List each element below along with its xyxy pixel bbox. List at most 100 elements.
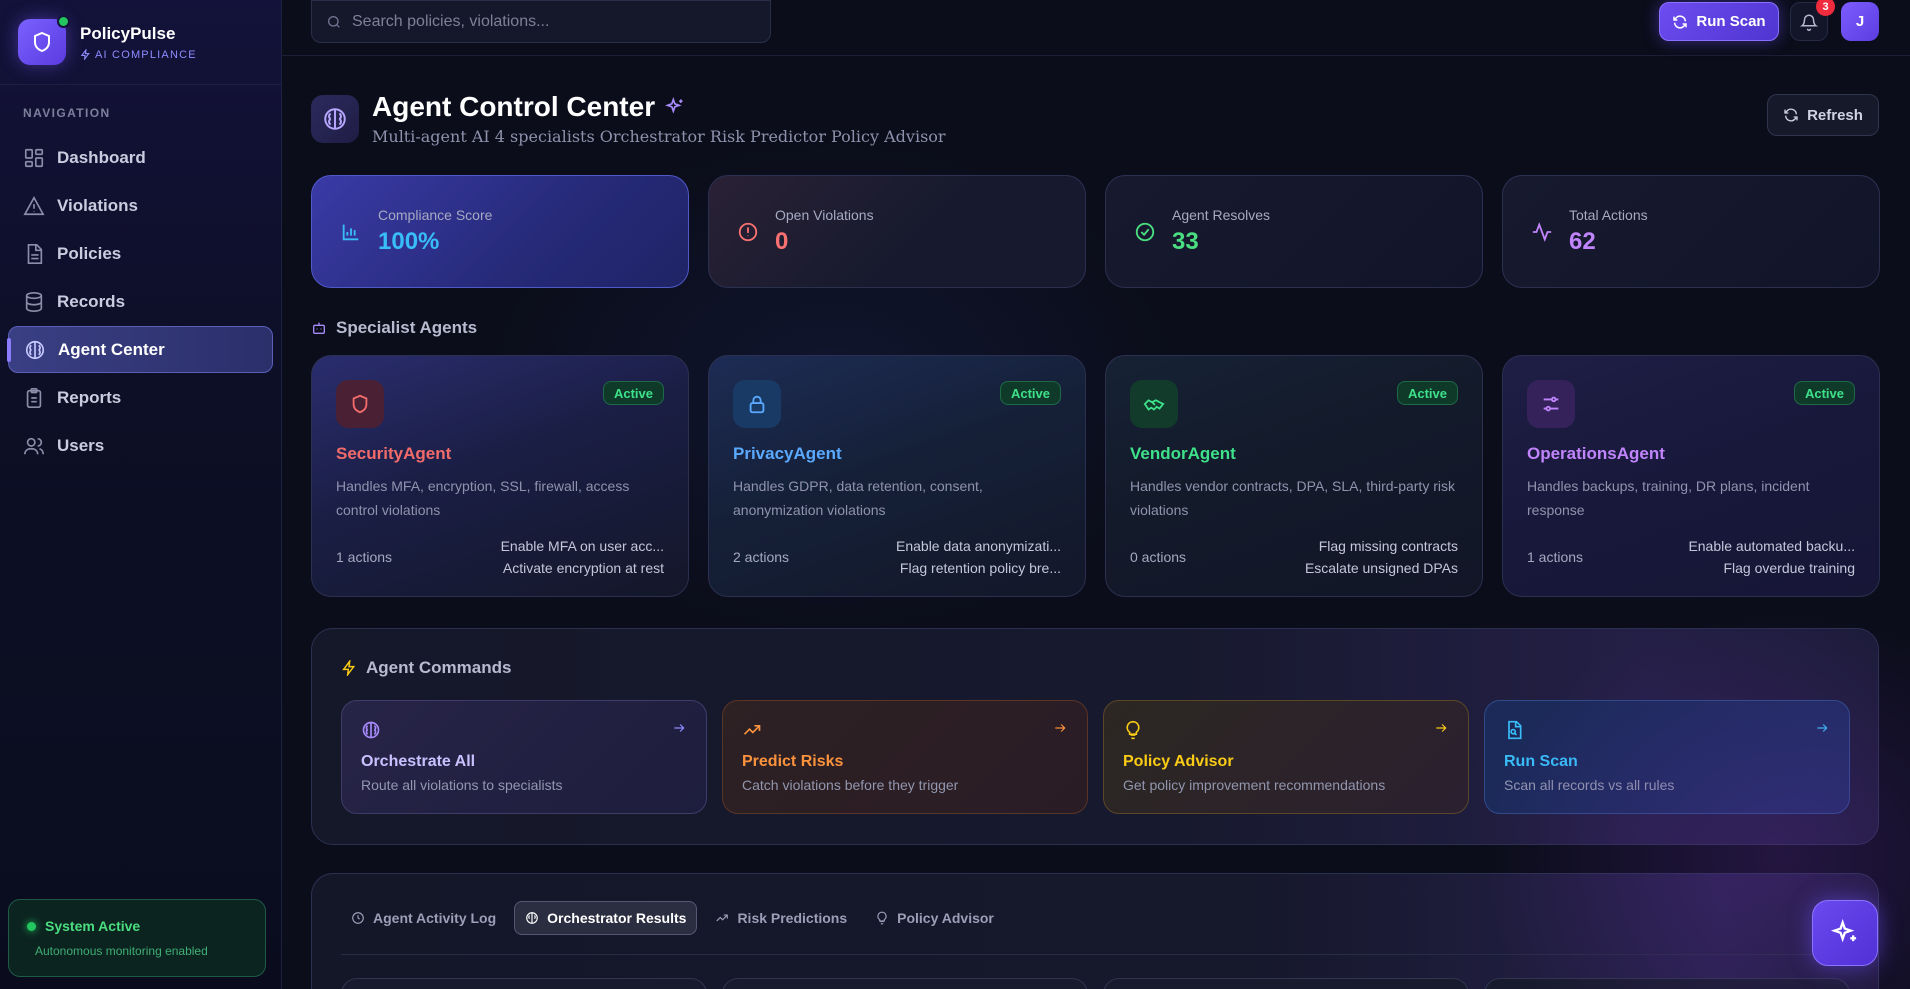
agent-action: Flag missing contracts xyxy=(1318,538,1458,554)
stat-value: 33 xyxy=(1172,228,1199,255)
agent-actions-list: Enable data anonymizati... Flag retentio… xyxy=(896,535,1061,579)
command-policy-advisor[interactable]: Policy Advisor Get policy improvement re… xyxy=(1103,700,1469,814)
sidebar-item-label: Users xyxy=(57,435,105,455)
run-scan-button[interactable]: Run Scan xyxy=(1659,2,1779,41)
command-title: Policy Advisor xyxy=(1123,753,1234,770)
agent-actions-count: 0 actions xyxy=(1130,549,1187,565)
refresh-button[interactable]: Refresh xyxy=(1767,94,1879,136)
agent-card-privacy[interactable]: Active PrivacyAgent Handles GDPR, data r… xyxy=(708,355,1086,597)
results-tabs: Agent Activity Log Orchestrator Results … xyxy=(341,901,1004,935)
result-card xyxy=(341,978,707,989)
agent-action: Enable data anonymizati... xyxy=(896,538,1061,554)
status-dot-icon xyxy=(27,921,36,931)
tab-policy-advisor[interactable]: Policy Advisor xyxy=(865,901,1004,935)
tab-risk-predictions[interactable]: Risk Predictions xyxy=(705,901,857,935)
sidebar-item-users[interactable]: Users xyxy=(8,422,273,469)
notification-badge: 3 xyxy=(1816,0,1835,16)
search-box[interactable] xyxy=(311,0,771,43)
system-status-subtitle: Autonomous monitoring enabled xyxy=(35,944,208,958)
sidebar-item-records[interactable]: Records xyxy=(8,278,273,325)
commands-grid: Orchestrate All Route all violations to … xyxy=(341,700,1850,814)
specialist-agents-heading: Specialist Agents xyxy=(311,318,477,338)
user-avatar[interactable]: J xyxy=(1841,2,1879,41)
sidebar-item-violations[interactable]: Violations xyxy=(8,182,273,229)
result-card xyxy=(1484,978,1850,989)
alert-circle-icon xyxy=(738,222,758,241)
command-description: Route all violations to specialists xyxy=(361,777,563,793)
arrow-right-icon xyxy=(1817,724,1828,732)
robot-icon xyxy=(313,322,325,334)
stat-card-open-violations: Open Violations 0 xyxy=(708,175,1086,288)
command-run-scan[interactable]: Run Scan Scan all records vs all rules xyxy=(1484,700,1850,814)
command-predict-risks[interactable]: Predict Risks Catch violations before th… xyxy=(722,700,1088,814)
brain-icon xyxy=(526,912,538,924)
activity-icon xyxy=(1532,221,1552,242)
stats-row: Compliance Score 100% Open Violations 0 … xyxy=(311,175,1880,288)
page-subtitle: Multi-agent AI 4 specialists Orchestrato… xyxy=(372,127,946,146)
arrow-right-icon xyxy=(674,724,685,732)
sidebar-item-label: Policies xyxy=(57,243,122,263)
section-title: Specialist Agents xyxy=(336,318,478,337)
lightbulb-icon xyxy=(1126,720,1140,740)
run-scan-label: Run Scan xyxy=(1696,13,1766,30)
shield-icon xyxy=(336,380,384,428)
brain-icon xyxy=(25,340,45,359)
agent-actions-count: 1 actions xyxy=(336,549,393,565)
stat-value: 0 xyxy=(775,228,789,255)
agent-actions-list: Enable automated backu... Flag overdue t… xyxy=(1688,535,1855,579)
file-search-icon xyxy=(1508,720,1522,740)
clock-icon xyxy=(352,912,364,924)
refresh-icon xyxy=(1784,108,1798,122)
notifications-button[interactable]: 3 xyxy=(1790,0,1835,41)
ai-assistant-button[interactable] xyxy=(1812,900,1878,966)
online-dot xyxy=(57,15,70,28)
agents-grid: Active SecurityAgent Handles MFA, encryp… xyxy=(311,355,1880,597)
agent-description: Handles GDPR, data retention, consent, a… xyxy=(733,478,983,518)
sidebar-item-dashboard[interactable]: Dashboard xyxy=(8,134,273,181)
agent-commands-panel: Agent Commands Orchestrate All Route all… xyxy=(311,628,1879,845)
sidebar-item-policies[interactable]: Policies xyxy=(8,230,273,277)
agent-action: Flag overdue training xyxy=(1723,560,1855,576)
stat-value: 62 xyxy=(1569,228,1596,255)
search-input[interactable] xyxy=(352,12,752,31)
page-title: Agent Control Center xyxy=(372,91,656,122)
document-icon xyxy=(27,243,43,264)
stat-card-compliance-score: Compliance Score 100% xyxy=(311,175,689,288)
agent-actions-count: 1 actions xyxy=(1527,549,1584,565)
command-orchestrate-all[interactable]: Orchestrate All Route all violations to … xyxy=(341,700,707,814)
agent-action: Escalate unsigned DPAs xyxy=(1304,560,1458,576)
sidebar-item-agent-center[interactable]: Agent Center xyxy=(7,326,273,373)
page-header: Agent Control Center Multi-agent AI 4 sp… xyxy=(311,91,946,146)
agent-action: Flag retention policy bre... xyxy=(899,560,1061,576)
sidebar-item-reports[interactable]: Reports xyxy=(8,374,273,421)
bar-chart-icon xyxy=(342,224,359,240)
refresh-label: Refresh xyxy=(1807,106,1863,124)
agent-card-operations[interactable]: Active OperationsAgent Handles backups, … xyxy=(1502,355,1880,597)
brain-icon xyxy=(311,94,359,143)
command-description: Catch violations before they trigger xyxy=(742,777,959,793)
agent-description: Handles backups, training, DR plans, inc… xyxy=(1527,478,1810,518)
bolt-icon xyxy=(80,49,90,60)
search-icon xyxy=(328,15,340,28)
agent-card-vendor[interactable]: Active VendorAgent Handles vendor contra… xyxy=(1105,355,1483,597)
nav-section-label: NAVIGATION xyxy=(23,106,111,120)
tabs-divider xyxy=(341,954,1849,955)
tab-orchestrator-results[interactable]: Orchestrator Results xyxy=(514,901,698,935)
sidebar-item-label: Dashboard xyxy=(57,147,146,167)
users-icon xyxy=(24,437,44,454)
trending-up-icon xyxy=(716,914,729,922)
shield-logo-icon xyxy=(18,15,70,65)
agent-name: SecurityAgent xyxy=(336,444,452,463)
tab-agent-activity-log[interactable]: Agent Activity Log xyxy=(341,901,506,935)
result-card xyxy=(1103,978,1469,989)
lightbulb-icon xyxy=(877,911,887,925)
sidebar-item-label: Violations xyxy=(57,195,138,215)
check-circle-icon xyxy=(1135,222,1155,241)
agent-name: PrivacyAgent xyxy=(733,444,842,463)
status-badge: Active xyxy=(999,381,1061,405)
agent-card-security[interactable]: Active SecurityAgent Handles MFA, encryp… xyxy=(311,355,689,597)
system-status-title: System Active xyxy=(27,918,265,934)
sidebar-item-label: Reports xyxy=(57,387,122,407)
brand[interactable]: PolicyPulse AI COMPLIANCE xyxy=(0,0,281,85)
agent-action: Enable MFA on user acc... xyxy=(500,538,664,554)
